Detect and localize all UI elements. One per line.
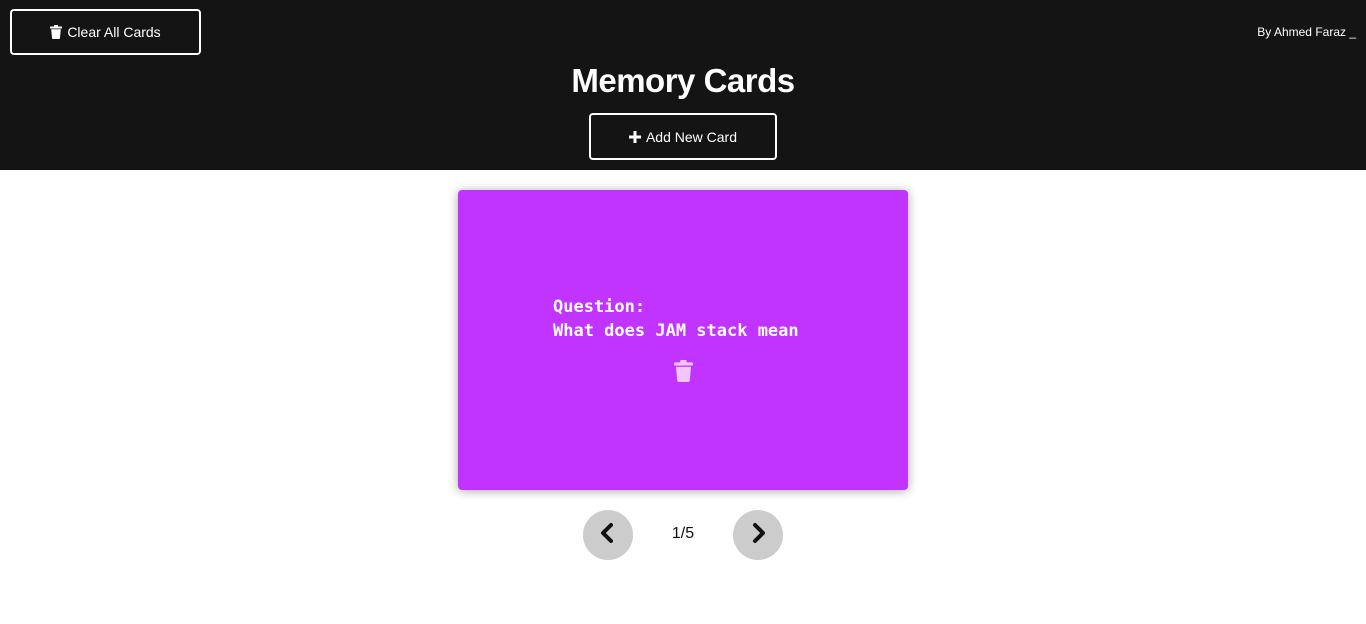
trash-icon [673,359,693,387]
app-header: Clear All Cards By Ahmed Faraz _ Memory … [0,0,1366,170]
card-counter: 1/5 [671,525,695,542]
clear-all-cards-label: Clear All Cards [67,24,161,40]
chevron-right-icon [748,522,768,549]
card-content: Question: What does JAM stack mean [553,295,799,343]
trash-icon [50,25,63,39]
add-new-card-label: Add New Card [645,128,738,145]
clear-all-cards-button[interactable]: Clear All Cards [10,9,201,55]
delete-card-button[interactable] [673,359,693,387]
page-title: Memory Cards [571,62,795,99]
previous-card-button[interactable] [583,510,633,560]
author-credit: By Ahmed Faraz _ [1257,25,1356,39]
next-card-button[interactable] [733,510,783,560]
plus-icon [628,130,641,143]
chevron-left-icon [598,522,618,549]
card-question-label: Question: [553,297,646,317]
card-question-text: What does JAM stack mean [553,321,799,341]
add-new-card-button[interactable]: Add New Card [589,113,777,160]
memory-card[interactable]: Question: What does JAM stack mean [458,190,908,490]
